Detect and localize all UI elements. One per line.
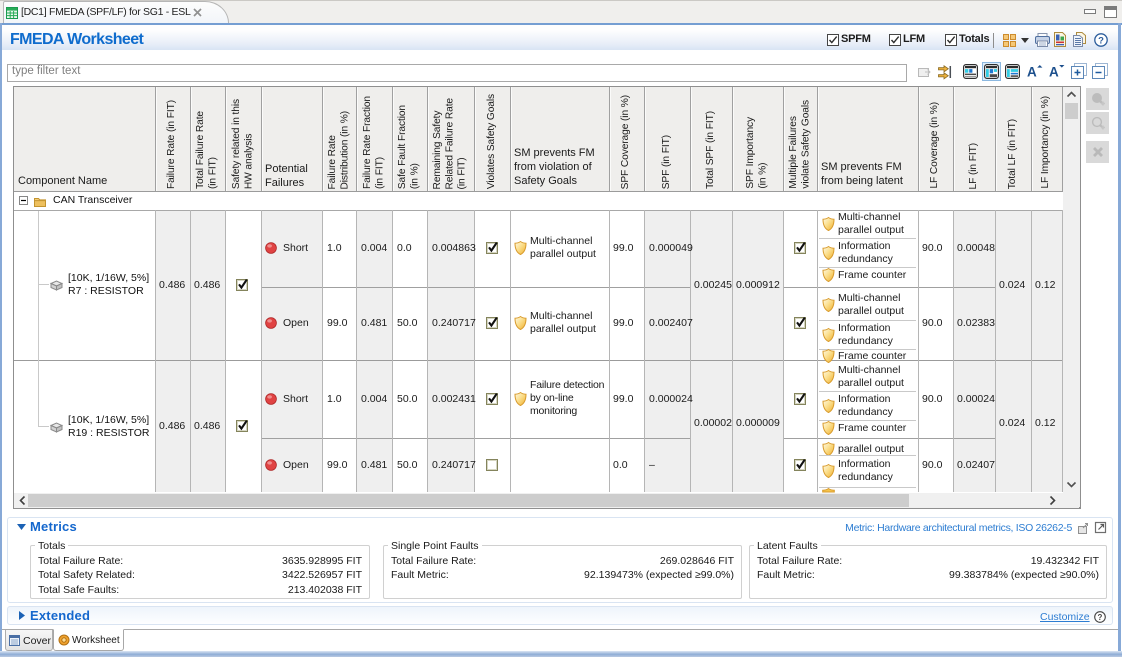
svg-text:?: ? [1098, 35, 1104, 46]
svg-text:A: A [1049, 65, 1059, 80]
svg-text:?: ? [1098, 613, 1103, 622]
svg-text:A: A [1027, 65, 1037, 80]
